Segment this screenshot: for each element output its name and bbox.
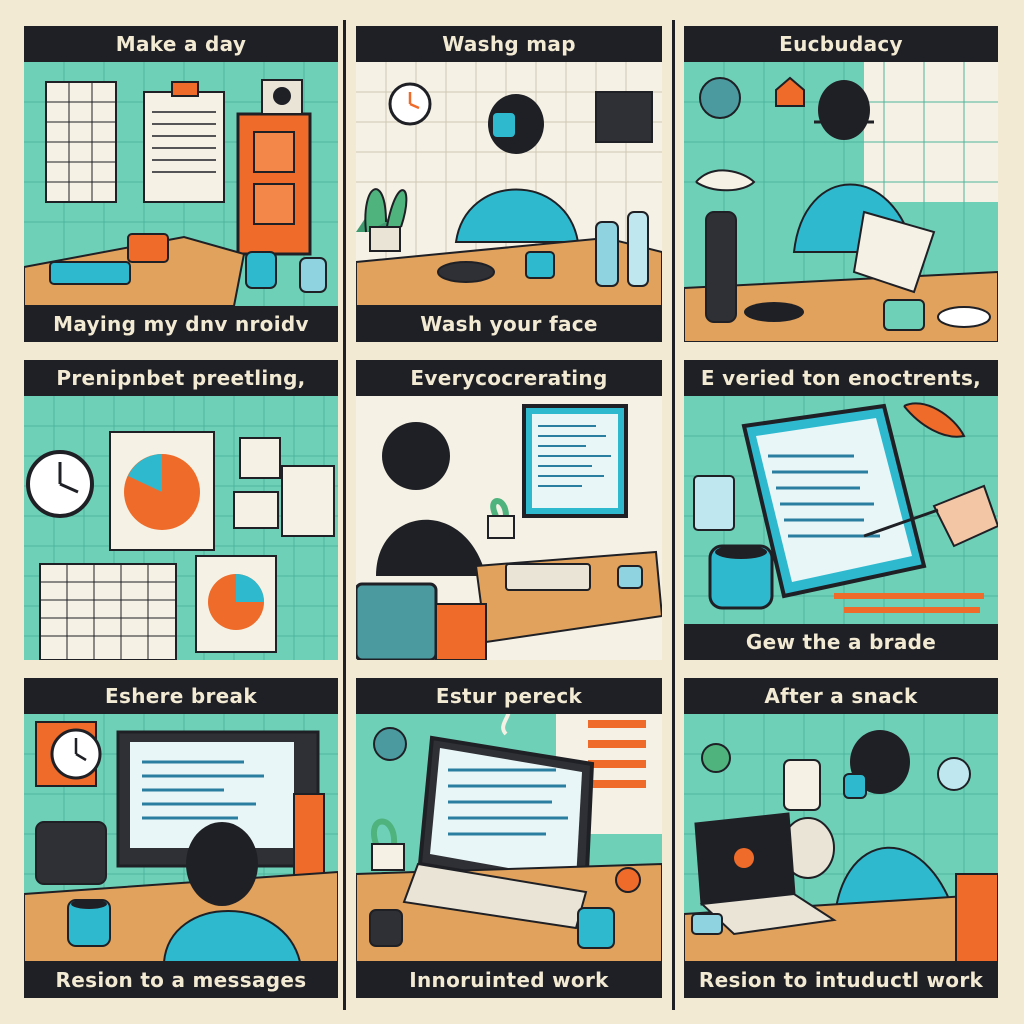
scene-desk-planner xyxy=(24,62,338,306)
panel-after-snack: After a snack Resion to intuductl work xyxy=(684,678,998,998)
panel-wash-face: Washg map Wash your face xyxy=(356,26,662,342)
panel-title: Washg map xyxy=(356,26,662,62)
divider-vertical-1 xyxy=(343,20,346,1010)
scene-laptop-work xyxy=(356,714,662,962)
calendar-icon xyxy=(39,563,177,660)
scene-tablet-drawing xyxy=(684,396,998,624)
scene-drinking-coffee xyxy=(356,62,662,306)
panel-title: Make a day xyxy=(24,26,338,62)
panel-varied-documents: E veried ton enoctrents, Gew the a brade xyxy=(684,360,998,660)
panel-caption: Maying my dnv nroidv xyxy=(24,306,338,342)
panel-break: Eshere break Resion to a messages xyxy=(24,678,338,998)
panel-title: After a snack xyxy=(684,678,998,714)
panel-title: Estur pereck xyxy=(356,678,662,714)
scene-wall-charts xyxy=(24,396,338,660)
panel-title: Eucbudacy xyxy=(684,26,998,62)
panel-title: Prenipnbet preetling, xyxy=(24,360,338,396)
panel-title: Eshere break xyxy=(24,678,338,714)
panel-uninterrupted-work: Estur pereck Innoruinted work xyxy=(356,678,662,998)
scene-snack-laptop xyxy=(684,714,998,962)
scene-reading-breakfast xyxy=(684,62,998,342)
panel-planning: Prenipnbet preetling, xyxy=(24,360,338,660)
panel-make-a-day: Make a day Maying my dnv nroidv xyxy=(24,26,338,342)
panel-caption: Innoruinted work xyxy=(356,962,662,998)
panel-title: Everycocrerating xyxy=(356,360,662,396)
scene-desktop-work xyxy=(356,396,662,660)
mug-icon xyxy=(127,233,169,263)
panel-caption: Wash your face xyxy=(356,306,662,342)
divider-vertical-2 xyxy=(672,20,675,1010)
panel-caption: Resion to a messages xyxy=(24,962,338,998)
panel-eucbudacy: Eucbudacy xyxy=(684,26,998,342)
mug-icon xyxy=(577,907,615,949)
panel-title: E veried ton enoctrents, xyxy=(684,360,998,396)
panel-caption: Resion to intuductl work xyxy=(684,962,998,998)
comic-grid: Make a day Maying my dnv nroidv Washg ma… xyxy=(0,0,1024,1024)
panel-everycocrerating: Everycocrerating xyxy=(356,360,662,660)
panel-caption: Gew the a brade xyxy=(684,624,998,660)
scene-break-desk xyxy=(24,714,338,962)
